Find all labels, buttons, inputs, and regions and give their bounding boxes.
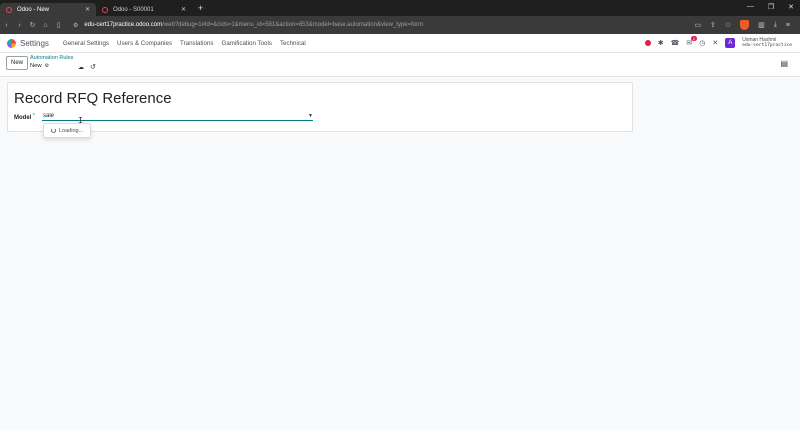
home-icon[interactable]: ⌂ [39, 22, 52, 29]
database-name: edu-cert17practice [742, 43, 792, 48]
close-icon[interactable]: ✕ [85, 6, 90, 13]
phone-icon[interactable]: ☎ [671, 39, 680, 47]
breadcrumb-automation-rules[interactable]: Automation Rules [30, 55, 73, 61]
site-info-icon[interactable]: ⚙ [73, 22, 78, 29]
menu-general-settings[interactable]: General Settings [63, 40, 109, 47]
download-icon[interactable]: ⤓ [774, 21, 777, 29]
forward-icon[interactable]: › [13, 22, 26, 29]
tab-title: Odoo - New [17, 6, 50, 13]
odoo-navbar: Settings General Settings Users & Compan… [0, 34, 800, 53]
url-path: /web?debug=1#id=&cids=1&menu_id=581&acti… [162, 22, 424, 28]
close-icon[interactable]: ✕ [181, 6, 186, 13]
menu-icon[interactable]: ≡ [786, 22, 790, 29]
model-label: Model? [14, 112, 35, 121]
breadcrumb-current-label: New [30, 63, 42, 69]
record-icon[interactable] [644, 40, 651, 46]
browser-tab-bar: Odoo - New ✕ Odoo - S00001 ✕ + — ❐ ✕ [0, 0, 800, 16]
maximize-icon[interactable]: ❐ [768, 3, 774, 11]
menu-gamification-tools[interactable]: Gamification Tools [222, 40, 272, 47]
discard-icon[interactable]: ↺ [90, 63, 96, 71]
tab-title: Odoo - S00001 [113, 6, 154, 13]
settings-app-icon[interactable] [7, 38, 16, 48]
loading-spinner-icon [51, 128, 56, 133]
extensions-icon[interactable]: ☆ [725, 21, 731, 29]
sidebar-icon[interactable]: ▥ [758, 21, 765, 29]
odoo-favicon-icon [6, 6, 12, 13]
browser-tab[interactable]: Odoo - S00001 ✕ [96, 3, 192, 16]
new-button[interactable]: New [6, 56, 28, 70]
chat-badge: 2 [690, 36, 698, 41]
breadcrumb-current: New ⚙ [30, 63, 49, 69]
autocomplete-dropdown: Loading... [43, 123, 91, 138]
url-field[interactable]: ⚙ edu-cert17practice.odoo.com/web?debug=… [73, 19, 686, 32]
menu-technical[interactable]: Technical [280, 40, 306, 47]
brave-shield-icon[interactable] [740, 20, 750, 30]
record-title[interactable]: Record RFQ Reference [14, 90, 172, 107]
reload-icon[interactable]: ↻ [26, 21, 39, 29]
form-sheet: Record RFQ Reference Model? ▼ [7, 82, 633, 132]
chat-icon[interactable]: ✉ 2 [686, 36, 698, 47]
share-icon[interactable]: ⇪ [710, 21, 716, 29]
bug-icon[interactable]: ✱ [658, 39, 664, 47]
browser-toolbar: ▭ ⇪ ☆ ▥ ⤓ ≡ [694, 20, 790, 30]
window-controls: — ❐ ✕ [747, 3, 794, 11]
url-host: edu-cert17practice.odoo.com [84, 22, 163, 28]
close-window-icon[interactable]: ✕ [788, 3, 794, 11]
cast-icon[interactable]: ▭ [694, 21, 701, 29]
menu-translations[interactable]: Translations [180, 40, 213, 47]
user-menu[interactable]: Usman Hashmi edu-cert17practice [742, 37, 792, 49]
browser-tab-active[interactable]: Odoo - New ✕ [0, 3, 96, 16]
help-tooltip-icon[interactable]: ? [32, 112, 35, 117]
tools-icon[interactable]: ✕ [712, 39, 718, 47]
app-name[interactable]: Settings [20, 39, 49, 48]
avatar[interactable]: A [725, 38, 736, 48]
odoo-favicon-icon [102, 6, 108, 13]
model-label-text: Model [14, 115, 32, 121]
save-cloud-icon[interactable]: ☁ [78, 64, 84, 71]
chatter-toggle-icon[interactable]: ▤ [780, 59, 788, 68]
gear-icon[interactable]: ⚙ [45, 63, 49, 69]
control-panel: New Automation Rules New ⚙ ☁ ↺ ▤ [0, 53, 800, 77]
new-tab-icon[interactable]: + [198, 3, 203, 13]
dropdown-loading-text: Loading... [59, 127, 84, 134]
activity-clock-icon[interactable]: ◷ [699, 39, 705, 47]
systray: ✱ ☎ ✉ 2 ◷ ✕ A Usman Hashmi edu-cert17prac… [644, 36, 792, 49]
browser-address-bar: ‹ › ↻ ⌂ ▯ ⚙ edu-cert17practice.odoo.com /… [0, 16, 800, 34]
bookmark-icon[interactable]: ▯ [52, 21, 65, 29]
caret-down-icon[interactable]: ▼ [308, 113, 313, 119]
menu-users-companies[interactable]: Users & Companies [117, 40, 172, 47]
back-icon[interactable]: ‹ [0, 22, 13, 29]
minimize-icon[interactable]: — [747, 3, 754, 11]
